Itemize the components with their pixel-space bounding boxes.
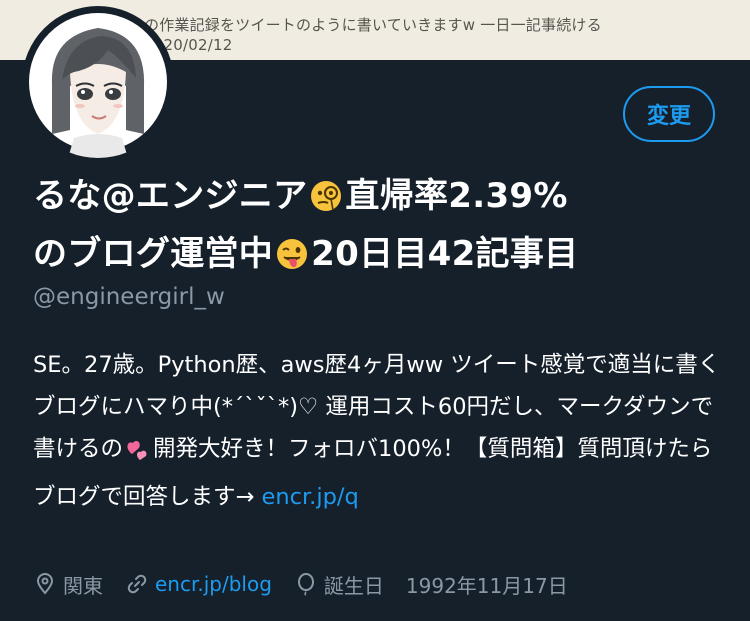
birthday-item: 誕生日	[294, 570, 384, 599]
two-hearts-icon	[125, 434, 151, 476]
location-pin-icon	[36, 573, 54, 595]
profile-meta: 関東 encr.jp/blog 誕生日 1992年11月17日	[33, 564, 590, 604]
profile-bio: SE。27歳。Python歴、aws歴4ヶ月ww ツイート感覚で適当に書くブログ…	[33, 344, 733, 518]
edit-profile-button[interactable]: 変更	[623, 86, 715, 142]
balloon-icon	[297, 573, 314, 596]
location-item: 関東	[33, 570, 103, 599]
display-name-part: 20日目42記事目	[311, 234, 579, 274]
location-text: 関東	[63, 573, 103, 598]
profile-handle: @engineergirl_w	[33, 284, 225, 310]
birthday-date-item: 1992年11月17日	[406, 570, 568, 599]
display-name-part: るな@エンジニア	[33, 176, 308, 216]
website-link[interactable]: encr.jp/blog	[155, 572, 272, 596]
birthday-date: 1992年11月17日	[405, 573, 568, 598]
display-name-part: のブログ運営中	[33, 234, 274, 274]
avatar[interactable]	[22, 6, 174, 158]
website-item[interactable]: encr.jp/blog	[125, 572, 272, 596]
display-name-part: 直帰率2.39%	[345, 176, 568, 216]
banner-text: の作業記録をツイートのように書いていきますw 一日一記事続ける	[144, 16, 602, 34]
bio-link[interactable]: encr.jp/q	[262, 484, 359, 510]
display-name: るな@エンジニア 直帰率2.39% のブログ運営中 20日目42記事目	[33, 170, 723, 286]
birthday-label: 誕生日	[323, 573, 384, 598]
link-icon	[127, 574, 147, 594]
winking-face-with-tongue-icon	[275, 234, 309, 286]
face-with-monocle-icon	[309, 176, 343, 228]
avatar-image	[23, 7, 173, 158]
